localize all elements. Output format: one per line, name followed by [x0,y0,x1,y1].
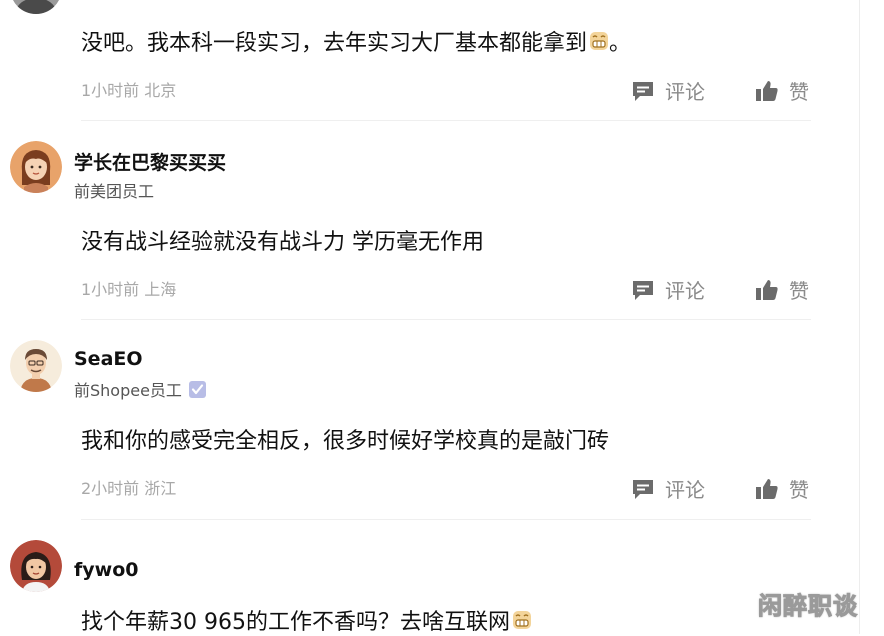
reply-button[interactable]: 评论 [631,76,705,105]
comment-divider [81,519,811,520]
username[interactable]: fywo0 [74,559,138,581]
avatar[interactable] [10,141,62,193]
avatar[interactable] [10,340,62,392]
like-label: 赞 [789,478,809,502]
thumbs-up-icon [755,278,779,302]
comment-text: 我和你的感受完全相反，很多时候好学校真的是敲门砖 [81,423,609,455]
comment-location: 北京 [144,81,177,100]
user-role: 前Shopee员工 [74,377,206,401]
reply-button[interactable]: 评论 [631,474,705,503]
comment-bubble-icon [631,278,655,302]
watermark: 闲醉职谈 [758,592,858,621]
comment-text-body: 没吧。我本科一段实习，去年实习大厂基本都能拿到 [81,31,588,56]
like-label: 赞 [789,80,809,104]
reply-button[interactable]: 评论 [631,275,705,304]
avatar[interactable] [10,540,62,592]
scroll-rail [859,0,860,634]
comment-location: 浙江 [144,479,177,498]
user-role: 前美团员工 [74,178,154,202]
like-button[interactable]: 赞 [755,76,809,105]
comment-text-tail: 。 [609,31,632,56]
reply-label: 评论 [665,279,705,303]
like-button[interactable]: 赞 [755,474,809,503]
comment-text-body: 没有战斗经验就没有战斗力 学历毫无作用 [81,230,484,255]
comment-meta: 2小时前 浙江 [81,475,176,499]
comment-time: 1小时前 [81,280,140,299]
comment-bubble-icon [631,79,655,103]
comment-divider [81,319,811,320]
grin-emoji-icon [589,31,609,51]
comment-text: 找个年薪30 965的工作不香吗？去啥互联网 [81,604,532,636]
user-role-text: 前美团员工 [74,182,155,201]
thumbs-up-icon [755,79,779,103]
grin-emoji-icon [512,610,532,630]
username[interactable]: 学长在巴黎买买买 [74,148,226,175]
reply-label: 评论 [665,80,705,104]
user-role-text: 前Shopee员工 [74,381,182,400]
comment-meta: 1小时前 上海 [81,276,176,300]
comment-time: 2小时前 [81,479,140,498]
comment-text-body: 找个年薪30 965的工作不香吗？去啥互联网 [81,610,510,635]
like-button[interactable]: 赞 [755,275,809,304]
comment-text: 没吧。我本科一段实习，去年实习大厂基本都能拿到 。 [81,25,631,57]
thumbs-up-icon [755,477,779,501]
comment-meta: 1小时前 北京 [81,77,176,101]
comment-text: 没有战斗经验就没有战斗力 学历毫无作用 [81,224,484,256]
comment-time: 1小时前 [81,81,140,100]
comment-text-body: 我和你的感受完全相反，很多时候好学校真的是敲门砖 [81,429,610,454]
reply-label: 评论 [665,478,705,502]
avatar[interactable] [10,0,62,14]
username[interactable]: SeaEO [74,348,143,370]
verified-check-icon [188,380,206,398]
comment-location: 上海 [144,280,177,299]
comment-divider [81,120,811,121]
like-label: 赞 [789,279,809,303]
comment-bubble-icon [631,477,655,501]
